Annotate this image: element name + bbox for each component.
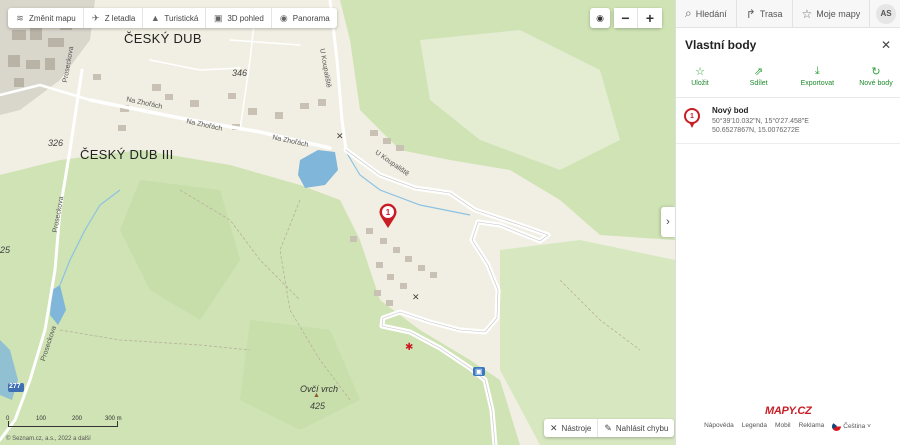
map-toolbar: ≋ Změnit mapu ✈ Z letadla ▲ Turistická ▣…	[8, 8, 337, 28]
crossed-tools-icon: ✕	[412, 292, 420, 302]
my-maps-tab[interactable]: ☆ Moje mapy	[793, 0, 871, 28]
report-error-button[interactable]: ✎ Nahlásit chybu	[598, 419, 674, 437]
pin-number: 1	[386, 208, 391, 217]
road-number-label: 277	[9, 383, 21, 390]
scale-bar	[8, 421, 118, 427]
panorama-button[interactable]: ◉ Panorama	[272, 8, 337, 28]
save-label: Uložit	[691, 80, 709, 87]
chevron-right-icon: ›	[666, 216, 670, 228]
point-number-badge: 1	[684, 108, 700, 128]
route-icon: ↱	[745, 6, 756, 21]
elevation-label: 25	[0, 245, 11, 255]
plane-icon: ✈	[91, 12, 100, 23]
aerial-button[interactable]: ✈ Z letadla	[84, 8, 144, 28]
new-points-button[interactable]: ↻ Nové body	[858, 65, 894, 87]
report-error-label: Nahlásit chybu	[615, 423, 669, 433]
mountain-icon: ▲	[150, 13, 160, 23]
layers-icon: ≋	[16, 12, 24, 23]
czech-flag-icon	[832, 422, 842, 431]
avatar[interactable]: AS	[876, 3, 896, 24]
zoom-controls: ◉ − +	[590, 8, 662, 28]
point-details: Nový bod 50°39'10.032"N, 15°0'27.458"E 5…	[712, 106, 809, 135]
point-actions: ☆ Uložit ⇗ Sdílet ⤓ Exportovat ↻ Nové bo…	[676, 52, 900, 98]
search-icon: ⌕	[685, 6, 692, 20]
3d-view-button[interactable]: ▣ 3D pohled	[206, 8, 272, 28]
search-tab[interactable]: ⌕ Hledání	[676, 0, 737, 28]
3d-view-label: 3D pohled	[227, 13, 264, 23]
point-coords-decimal: 50.6527867N, 15.0076272E	[712, 127, 800, 134]
top-navigation: ⌕ Hledání ↱ Trasa ☆ Moje mapy AS	[676, 0, 900, 28]
tourist-button[interactable]: ▲ Turistická	[143, 8, 207, 28]
elevation-label: 425	[310, 401, 326, 411]
zoom-in-button[interactable]: +	[638, 8, 662, 28]
refresh-icon: ↻	[871, 66, 881, 78]
elevation-label: 346	[232, 68, 248, 78]
eye-icon: ◉	[279, 12, 288, 23]
footer-ads-link[interactable]: Reklama	[799, 422, 825, 431]
town-label-cesky-dub: ČESKÝ DUB	[124, 31, 202, 46]
crossed-tools-icon: ✕	[336, 131, 344, 141]
footer-help-link[interactable]: Nápověda	[704, 422, 734, 431]
map-tools-bar: ✕ Nástroje ✎ Nahlásit chybu	[544, 419, 675, 437]
panel-footer: Nápověda Legenda Mobil Reklama Čeština ˅	[675, 422, 900, 431]
copyright-text[interactable]: © Seznam.cz, a.s., 2022 a další	[6, 436, 91, 442]
peak-triangle-icon: ▲	[313, 392, 320, 399]
my-maps-tab-label: Moje mapy	[816, 8, 861, 19]
tourist-label: Turistická	[164, 13, 199, 23]
star-icon: ☆	[801, 6, 813, 21]
search-tab-label: Hledání	[695, 8, 727, 19]
star-icon: ☆	[695, 66, 705, 78]
locate-button[interactable]: ◉	[590, 8, 610, 28]
town-label-cesky-dub-iii: ČESKÝ DUB III	[80, 147, 174, 162]
cube-icon: ▣	[214, 12, 223, 23]
footer-mobile-link[interactable]: Mobil	[775, 422, 791, 431]
new-points-label: Nové body	[859, 80, 893, 87]
point-coords-dms: 50°39'10.032"N, 15°0'27.458"E	[712, 118, 809, 125]
point-name: Nový bod	[712, 106, 749, 115]
side-panel: ⌕ Hledání ↱ Trasa ☆ Moje mapy AS Vlastní…	[675, 0, 900, 445]
aerial-label: Z letadla	[104, 13, 136, 23]
route-tab[interactable]: ↱ Trasa	[737, 0, 793, 28]
share-button[interactable]: ⇗ Sdílet	[741, 65, 777, 87]
export-label: Exportovat	[800, 80, 835, 87]
map-canvas[interactable]: ČESKÝ DUB ČESKÝ DUB III 346 326 25 425 O…	[0, 0, 675, 445]
language-label: Čeština	[843, 423, 866, 431]
panel-title: Vlastní body	[685, 38, 757, 52]
panorama-label: Panorama	[292, 13, 330, 23]
zoom-pair: − +	[614, 8, 662, 28]
panel-header: Vlastní body ✕	[676, 28, 900, 52]
close-icon[interactable]: ✕	[881, 38, 891, 52]
tools-label: Nástroje	[561, 423, 592, 433]
target-icon: ◉	[596, 12, 604, 23]
pencil-icon: ✎	[604, 422, 612, 433]
share-icon: ⇗	[754, 66, 764, 78]
change-map-label: Změnit mapu	[29, 13, 76, 23]
footer-legend-link[interactable]: Legenda	[742, 422, 767, 431]
route-tab-label: Trasa	[759, 8, 783, 19]
point-list-item[interactable]: 1 Nový bod 50°39'10.032"N, 15°0'27.458"E…	[676, 98, 900, 144]
terrain-layer	[0, 0, 675, 445]
change-map-button[interactable]: ≋ Změnit mapu	[8, 8, 84, 28]
poi-red-icon[interactable]: ✱	[405, 342, 413, 353]
zoom-out-button[interactable]: −	[614, 8, 638, 28]
mapy-logo[interactable]: MAPY.CZ	[765, 405, 812, 417]
tools-icon: ✕	[550, 422, 558, 433]
export-button[interactable]: ⤓ Exportovat	[799, 65, 835, 87]
language-selector[interactable]: Čeština ˅	[832, 422, 871, 431]
tools-button[interactable]: ✕ Nástroje	[544, 419, 599, 437]
download-icon: ⤓	[814, 65, 820, 77]
share-label: Sdílet	[749, 80, 768, 87]
bus-stop-icon[interactable]: ▣	[473, 367, 485, 376]
save-button[interactable]: ☆ Uložit	[682, 65, 718, 87]
map-pin-marker[interactable]: 1	[378, 203, 398, 229]
elevation-label: 326	[48, 138, 64, 148]
collapse-panel-button[interactable]: ›	[661, 207, 675, 237]
